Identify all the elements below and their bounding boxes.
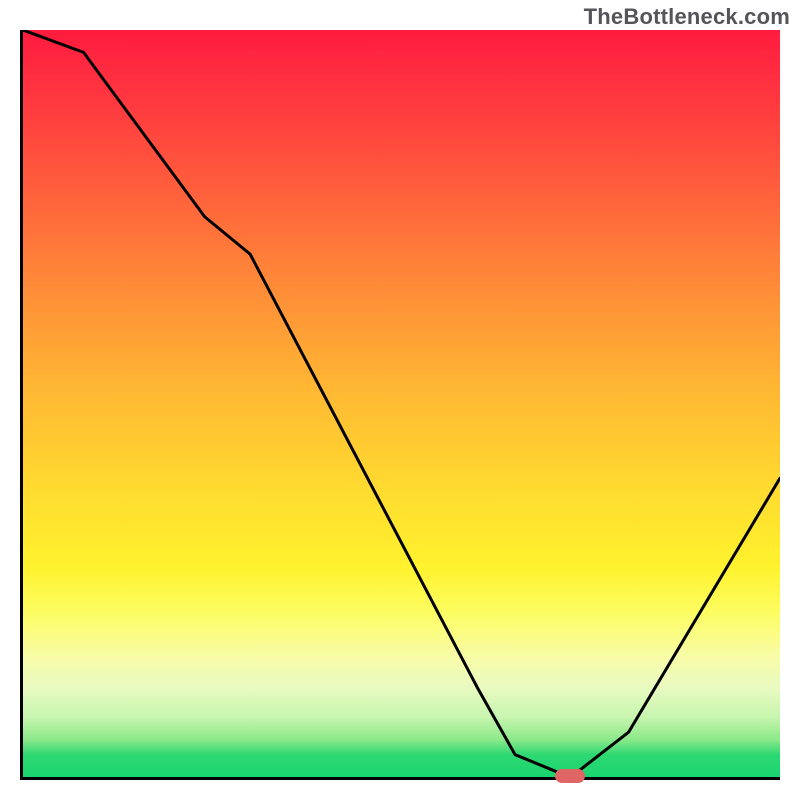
selection-marker: [555, 769, 585, 783]
plot-area: [20, 30, 780, 780]
watermark-text: TheBottleneck.com: [584, 4, 790, 30]
gradient-background: [23, 30, 780, 777]
chart-container: TheBottleneck.com: [0, 0, 800, 800]
